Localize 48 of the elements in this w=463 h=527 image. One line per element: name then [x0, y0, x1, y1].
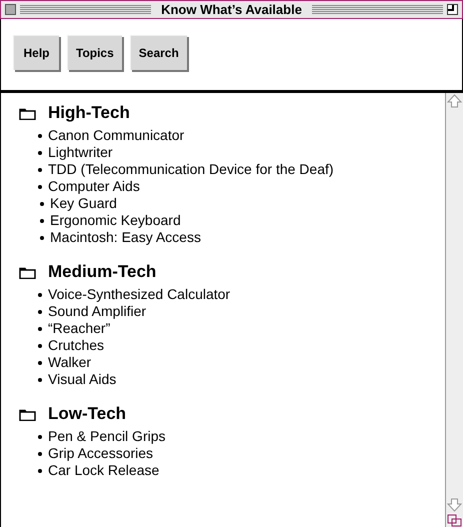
zoom-box-icon[interactable] [447, 4, 458, 15]
list-item: Walker [48, 354, 92, 371]
resize-grip-icon[interactable] [446, 513, 463, 527]
list-item: Grip Accessories [48, 445, 154, 462]
section-heading: Low-Tech [48, 403, 126, 426]
bullet-icon [40, 236, 44, 240]
list-item: “Reacher” [48, 320, 110, 337]
list-item: Computer Aids [48, 178, 140, 195]
bullet-icon [38, 292, 42, 296]
list-item: Key Guard [50, 195, 117, 212]
folder-icon [19, 408, 36, 420]
list-item: Voice-Synthesized Calculator [48, 286, 230, 303]
bullet-icon [38, 468, 42, 472]
section-heading: High-Tech [48, 102, 130, 124]
close-box-icon[interactable] [5, 4, 16, 15]
bullet-icon [38, 434, 42, 438]
list-item: Macintosh: Easy Access [50, 229, 201, 246]
bullet-icon [38, 378, 42, 382]
up-arrow-icon[interactable] [446, 93, 463, 110]
list-item: Sound Amplifier [48, 303, 146, 320]
bullet-icon [38, 326, 42, 330]
bullet-icon [38, 150, 42, 154]
list-item: Ergonomic Keyboard [50, 212, 181, 229]
bullet-icon [40, 218, 44, 222]
list-item: Lightwriter [48, 144, 113, 161]
list-item: Visual Aids [48, 371, 116, 388]
bullet-icon [38, 184, 42, 188]
section-heading: Medium-Tech [48, 261, 156, 284]
folder-icon [19, 266, 36, 278]
bullet-icon [38, 168, 42, 172]
toolbar-button[interactable]: Topics [67, 35, 122, 70]
list-item: TDD (Telecommunication Device for the Deaf) [48, 161, 334, 178]
bullet-icon [38, 452, 42, 456]
bullet-icon [38, 134, 42, 138]
window-title: Know What’s Available [160, 0, 303, 19]
list-item: Crutches [48, 337, 104, 354]
bullet-icon [38, 360, 42, 364]
toolbar-button[interactable]: Search [130, 35, 187, 70]
down-arrow-icon[interactable] [446, 496, 463, 513]
scrollbar[interactable] [445, 93, 463, 527]
bullet-icon [40, 202, 44, 206]
list-item: Canon Communicator [48, 127, 184, 144]
bullet-icon [38, 344, 42, 348]
toolbar-button[interactable]: Help [13, 35, 59, 70]
bullet-icon [38, 310, 42, 314]
list-item: Pen & Pencil Grips [48, 428, 166, 445]
folder-icon [19, 106, 36, 120]
list-item: Car Lock Release [48, 462, 160, 479]
